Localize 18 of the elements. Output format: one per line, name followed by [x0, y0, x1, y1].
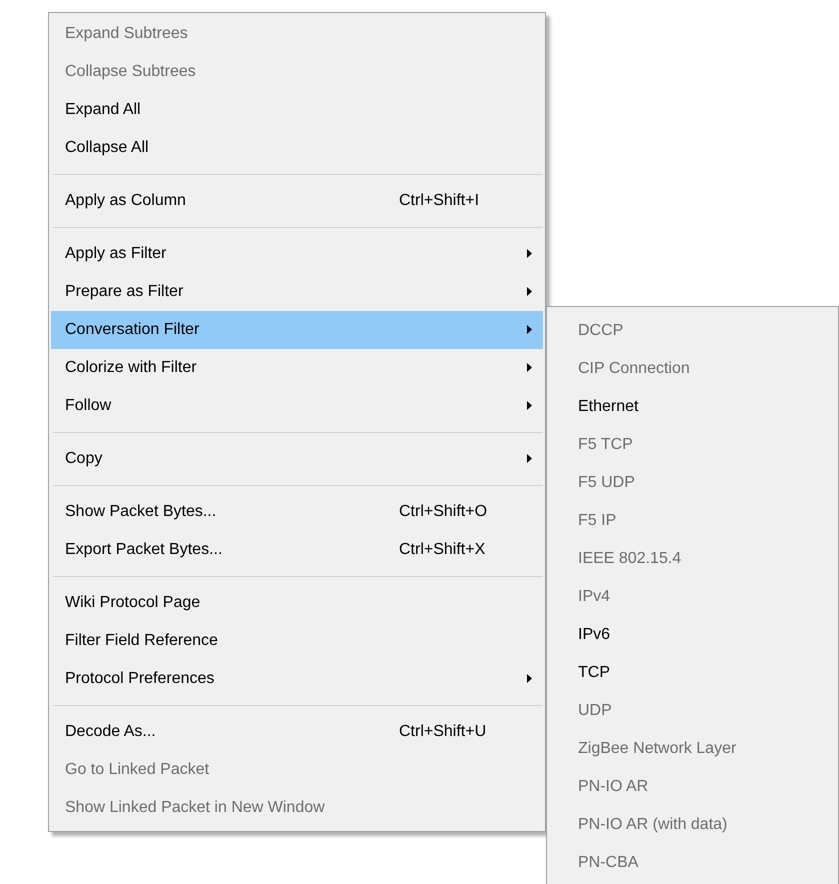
menu-item[interactable]: IPv6 [547, 616, 838, 654]
menu-item[interactable]: Follow [51, 387, 543, 425]
menu-item[interactable]: Wiki Protocol Page [51, 584, 543, 622]
menu-item[interactable]: Copy [51, 440, 543, 478]
menu-item[interactable]: Decode As... Ctrl+Shift+U [51, 713, 543, 751]
menu-item[interactable]: TCP [547, 654, 838, 692]
menu-item[interactable]: Protocol Preferences [51, 660, 543, 698]
menu-item[interactable]: Show Packet Bytes... Ctrl+Shift+O [51, 493, 543, 531]
menu-item[interactable]: Collapse All [51, 129, 543, 167]
menu-item[interactable]: Expand All [51, 91, 543, 129]
menu-item[interactable]: Prepare as Filter [51, 273, 543, 311]
menu-item[interactable]: Apply as Column Ctrl+Shift+I [51, 182, 543, 220]
menu-item[interactable]: Colorize with Filter [51, 349, 543, 387]
menu-item[interactable]: Conversation Filter [51, 311, 543, 349]
menu-item[interactable]: Apply as Filter [51, 235, 543, 273]
menu-item[interactable]: Export Packet Bytes... Ctrl+Shift+X [51, 531, 543, 569]
menu-item[interactable]: Ethernet [547, 388, 838, 426]
menu-item[interactable]: Filter Field Reference [51, 622, 543, 660]
